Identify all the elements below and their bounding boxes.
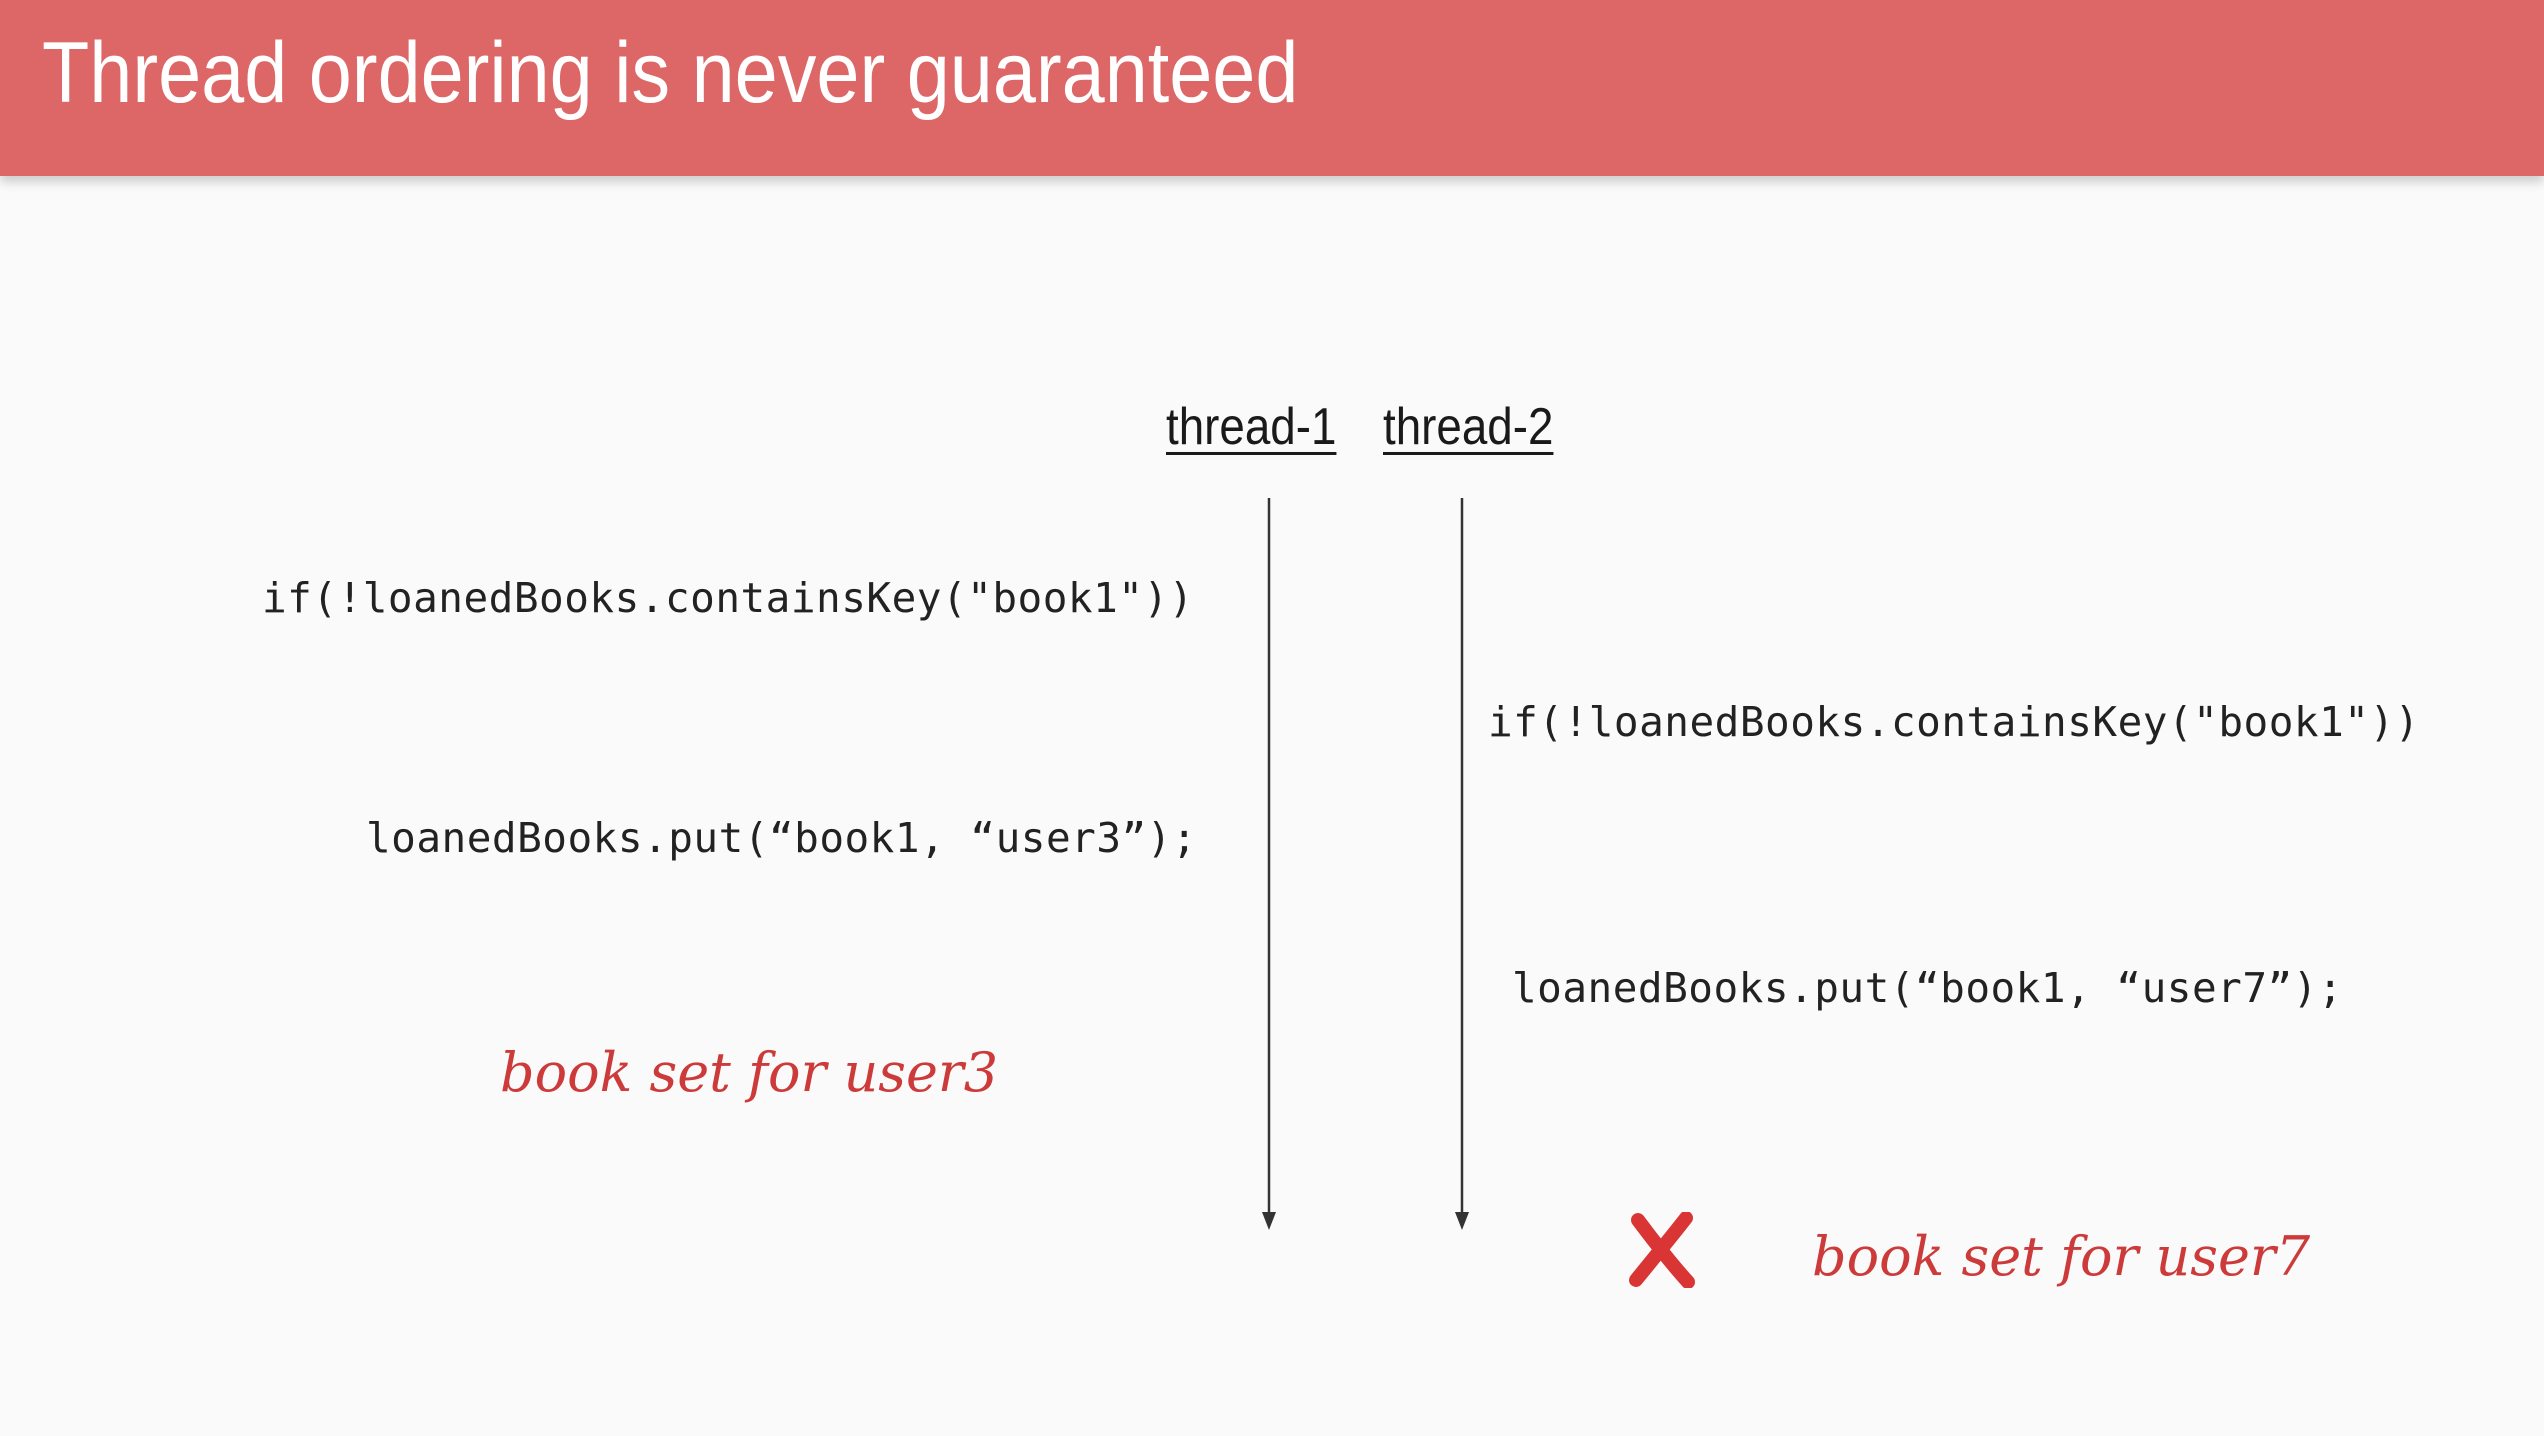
thread-1-put-code: loanedBooks.put(“book1, “user3”); <box>366 814 1198 862</box>
thread-2-result-note: book set for user7 <box>1812 1225 2311 1288</box>
thread-1-check-code: if(!loanedBooks.containsKey("book1")) <box>262 574 1194 622</box>
slide-title: Thread ordering is never guaranteed <box>42 25 1299 121</box>
title-bar: Thread ordering is never guaranteed <box>0 0 2544 176</box>
thread-2-label: thread-2 <box>1383 398 1554 456</box>
cross-icon <box>1629 1212 1695 1288</box>
thread-2-put-code: loanedBooks.put(“book1, “user7”); <box>1512 964 2344 1012</box>
thread-1-label: thread-1 <box>1166 398 1337 456</box>
thread-1-timeline-arrow <box>1262 498 1276 1230</box>
slide: Thread ordering is never guaranteed thre… <box>0 0 2544 1436</box>
thread-2-timeline-arrow <box>1455 498 1469 1230</box>
thread-1-result-note: book set for user3 <box>500 1041 999 1104</box>
thread-2-check-code: if(!loanedBooks.containsKey("book1")) <box>1488 698 2420 746</box>
